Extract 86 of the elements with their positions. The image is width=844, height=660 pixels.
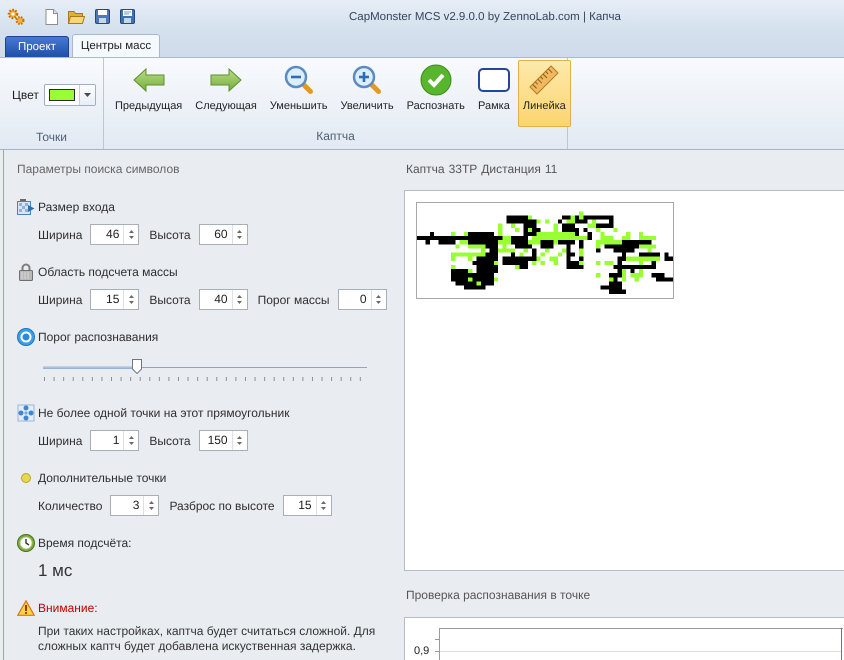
- field-label: Ширина: [38, 228, 82, 242]
- tab[interactable]: Центры масс: [72, 34, 160, 57]
- color-dropdown[interactable]: [44, 84, 96, 106]
- caret-down-icon[interactable]: [237, 301, 242, 304]
- folder-icon[interactable]: [68, 10, 85, 24]
- field-label: Ширина: [38, 434, 82, 448]
- section-title: Не более одной точки на этот прямоугольник: [38, 406, 290, 420]
- number-field[interactable]: 3: [110, 495, 160, 516]
- field-label: Разброс по высоте: [169, 498, 275, 512]
- caret-down-icon[interactable]: [148, 507, 154, 510]
- document-icon[interactable]: [45, 8, 58, 24]
- caret-down-icon[interactable]: [128, 442, 134, 446]
- arrow-right-icon: [210, 68, 242, 92]
- grid-arrow-icon: [17, 198, 35, 216]
- section-title: Порог распознавания: [38, 330, 158, 344]
- field-label: Высота: [149, 292, 191, 306]
- caret-down-icon[interactable]: [237, 236, 242, 240]
- field-label: Порог массы: [258, 292, 330, 306]
- caret-up-icon[interactable]: [128, 436, 134, 439]
- group-label: Точки: [34, 128, 68, 146]
- time-reading: 1 мс: [37, 561, 74, 581]
- distance-label: Дистанция: [481, 161, 541, 178]
- caret-up-icon[interactable]: [148, 500, 154, 504]
- group-label: Каптча: [315, 128, 356, 146]
- gears-icon[interactable]: [7, 8, 25, 26]
- caret-down-icon[interactable]: [237, 442, 242, 446]
- number-field[interactable]: 0: [338, 289, 387, 310]
- number-field[interactable]: 46: [90, 224, 140, 245]
- caret-up-icon[interactable]: [237, 436, 242, 439]
- section-title: Размер входа: [38, 200, 115, 214]
- section-heading: Проверка распознавания в точке: [405, 587, 592, 604]
- field-label: Количество: [38, 498, 102, 512]
- arrow-left-icon: [132, 68, 165, 92]
- section-heading: Параметры поиска символов: [17, 161, 180, 178]
- section-title: Область подсчета массы: [38, 265, 178, 279]
- ruler-button[interactable]: Линейка: [518, 60, 571, 127]
- section-title: Внимание:: [38, 601, 98, 615]
- zoom-out-icon: [284, 65, 314, 95]
- frame-button[interactable]: Рамка: [472, 60, 515, 127]
- window-title: CapMonster MCS v2.9.0.0 by ZennoLab.com | Капча: [349, 10, 621, 22]
- caret-up-icon[interactable]: [321, 500, 326, 504]
- dots-icon: [17, 404, 35, 422]
- caret-down-icon[interactable]: [128, 301, 134, 304]
- dot-icon: [21, 473, 31, 483]
- rectangle-icon: [478, 68, 510, 92]
- caret-up-icon[interactable]: [237, 294, 242, 298]
- marker-line: [841, 628, 842, 660]
- number-field[interactable]: 40: [198, 289, 248, 310]
- slider-thumb[interactable]: [132, 359, 142, 374]
- field-label: Высота: [149, 434, 191, 448]
- recognize-button[interactable]: Распознать: [402, 60, 470, 127]
- axis-tick-label: 0,9: [413, 644, 430, 658]
- number-field[interactable]: 15: [282, 495, 332, 516]
- caret-up-icon[interactable]: [128, 294, 134, 298]
- captcha-answer: 33TP: [448, 161, 478, 178]
- distance-value: 11: [544, 161, 558, 178]
- zoom-in-button[interactable]: Увеличить: [336, 60, 399, 127]
- caret-down-icon[interactable]: [376, 301, 382, 304]
- caret-down-icon[interactable]: [84, 93, 91, 98]
- ruler-icon: [529, 65, 560, 95]
- caret-up-icon[interactable]: [376, 294, 382, 298]
- field-label: Ширина: [38, 292, 82, 306]
- next-button[interactable]: Следующая: [190, 60, 262, 127]
- caret-up-icon[interactable]: [237, 230, 242, 233]
- number-field[interactable]: 60: [198, 224, 248, 245]
- zoom-out-button[interactable]: Уменьшить: [264, 60, 333, 127]
- number-field[interactable]: 150: [198, 430, 248, 451]
- section-title: Дополнительные точки: [38, 471, 166, 485]
- target-icon: [17, 328, 35, 346]
- previous-button[interactable]: Предыдущая: [110, 60, 188, 127]
- caret-up-icon[interactable]: [128, 230, 134, 233]
- warning-icon: [17, 600, 35, 616]
- check-circle-icon: [420, 64, 452, 96]
- field-label: Высота: [149, 228, 191, 242]
- captcha-label: Каптча: [406, 161, 445, 178]
- number-field[interactable]: 15: [90, 289, 140, 310]
- warning-text: При таких настройках, каптча будет считаться сложной. Для сложных каптч будет добавлена искуственная задержка.: [37, 624, 376, 654]
- padlock-icon: [19, 263, 33, 281]
- tab[interactable]: Проект: [5, 36, 69, 57]
- caret-down-icon[interactable]: [128, 236, 134, 240]
- caret-down-icon[interactable]: [321, 507, 326, 510]
- section-title: Время подсчёта:: [38, 536, 132, 550]
- number-field[interactable]: 1: [90, 430, 140, 451]
- clock-icon: [17, 534, 35, 552]
- color-label: Цвет: [12, 88, 39, 102]
- zoom-in-icon: [352, 65, 382, 95]
